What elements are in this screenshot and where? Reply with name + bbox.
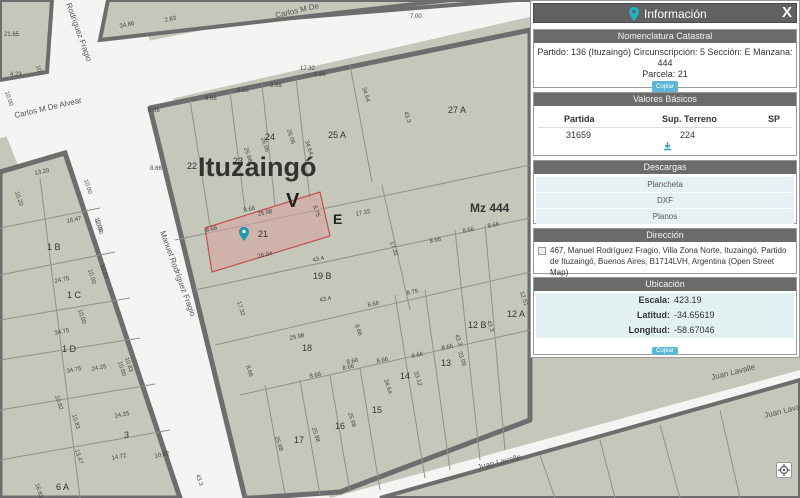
nomenclatura-line1: Partido: 136 (Ituzaingó) Circunscripción… xyxy=(537,47,793,68)
section-nomenclatura: Nomenclatura Catastral Partido: 136 (Itu… xyxy=(533,29,797,94)
latitud-label: Latitud: xyxy=(637,310,670,320)
nomenclatura-parcela: Parcela: 21 xyxy=(642,69,688,79)
download-dxf[interactable]: DXF xyxy=(536,193,794,209)
download-planos[interactable]: Planos xyxy=(536,209,794,225)
dimension-label: 8.66 xyxy=(237,88,249,94)
section-valores-basicos: Valores Básicos Partida Sup. Terreno SP … xyxy=(533,92,797,156)
col-partida: Partida xyxy=(564,114,595,124)
parcel-1b: 1 B xyxy=(47,242,61,252)
parcel-12a: 12 A xyxy=(507,309,525,319)
locate-button[interactable] xyxy=(776,462,792,478)
parcel-13: 13 xyxy=(441,358,451,368)
download-icon[interactable] xyxy=(663,142,672,151)
dimension-label: 8.66 xyxy=(314,72,326,78)
address-text: 467, Manuel Rodríguez Fragio, Villa Zona… xyxy=(550,246,787,277)
dimension-label: 7.00 xyxy=(410,14,422,20)
download-plancheta[interactable]: Plancheta xyxy=(536,177,794,193)
image-placeholder-icon xyxy=(538,247,546,255)
row-latitud: Latitud: -34.65619 xyxy=(536,308,794,323)
value-sup-terreno: 224 xyxy=(680,130,696,140)
street-label-lavalle-2: Juan Lavalle xyxy=(710,362,756,382)
section-descargas: Descargas Plancheta DXF Planos xyxy=(533,160,797,225)
dimension-label: 8.66 xyxy=(150,166,162,172)
parcel-6a: 6 A xyxy=(56,482,69,492)
parcel-17: 17 xyxy=(294,435,304,445)
parcel-3: 3 xyxy=(124,430,129,440)
row-escala: Escala: 423.19 xyxy=(536,293,794,308)
latitud-value: -34.65619 xyxy=(674,310,715,320)
circ-label: V xyxy=(286,190,300,212)
copy-ubicacion-button[interactable]: Copiar xyxy=(652,347,678,355)
block-top-left xyxy=(0,0,55,83)
locate-icon xyxy=(778,464,790,476)
parcel-18: 18 xyxy=(302,343,312,353)
parcel-16: 16 xyxy=(335,421,345,431)
section-header-valores: Valores Básicos xyxy=(534,93,796,106)
parcel-1d: 1 D xyxy=(62,344,77,354)
longitud-value: -58.67046 xyxy=(674,325,715,335)
escala-label: Escala: xyxy=(638,295,670,305)
dimension-label: 21.65 xyxy=(4,32,20,38)
info-panel: Información X Nomenclatura Catastral Par… xyxy=(530,0,800,358)
parcel-25a: 25 A xyxy=(328,130,346,140)
parcel-19b: 19 B xyxy=(313,271,332,281)
parcel-22: 22 xyxy=(187,161,197,171)
parcel-1c: 1 C xyxy=(67,290,82,300)
section-header-ubicacion: Ubicación xyxy=(534,278,796,291)
parcel-12b: 12 B xyxy=(468,320,487,330)
panel-title: Información xyxy=(644,7,707,21)
parcel-23: 23 xyxy=(233,156,243,166)
manzana-label: Mz 444 xyxy=(470,201,510,215)
dimension-label: 4.23 xyxy=(10,72,22,78)
section-header-direccion: Dirección xyxy=(534,229,796,242)
value-partida: 31659 xyxy=(566,130,592,140)
escala-value: 423.19 xyxy=(674,295,702,305)
section-label: E xyxy=(333,211,342,227)
parcel-15: 15 xyxy=(372,405,382,415)
locality-label: Ituzaingó xyxy=(198,152,316,182)
col-sup-terreno: Sup. Terreno xyxy=(662,114,717,124)
dimension-label: 17.32 xyxy=(300,66,316,72)
panel-header: Información X xyxy=(533,3,797,23)
dimension-label: 8.66 xyxy=(270,83,282,89)
marker-pin-icon xyxy=(629,7,639,21)
close-icon[interactable]: X xyxy=(782,4,792,21)
dimension-label: 8.66 xyxy=(148,108,160,114)
section-direccion: Dirección 467, Manuel Rodríguez Fragio, … xyxy=(533,228,797,277)
parcel-21: 21 xyxy=(258,229,268,239)
dimension-label: 8.66 xyxy=(205,96,217,102)
parcel-14: 14 xyxy=(400,371,410,381)
parcel-27a: 27 A xyxy=(448,105,466,115)
longitud-label: Longitud: xyxy=(628,325,670,335)
col-sp: SP xyxy=(768,114,781,124)
section-header-descargas: Descargas xyxy=(534,161,796,174)
row-longitud: Longitud: -58.67046 xyxy=(536,323,794,338)
section-header-nomenclatura: Nomenclatura Catastral xyxy=(534,30,796,43)
section-ubicacion: Ubicación Escala: 423.19 Latitud: -34.6561… xyxy=(533,277,797,355)
